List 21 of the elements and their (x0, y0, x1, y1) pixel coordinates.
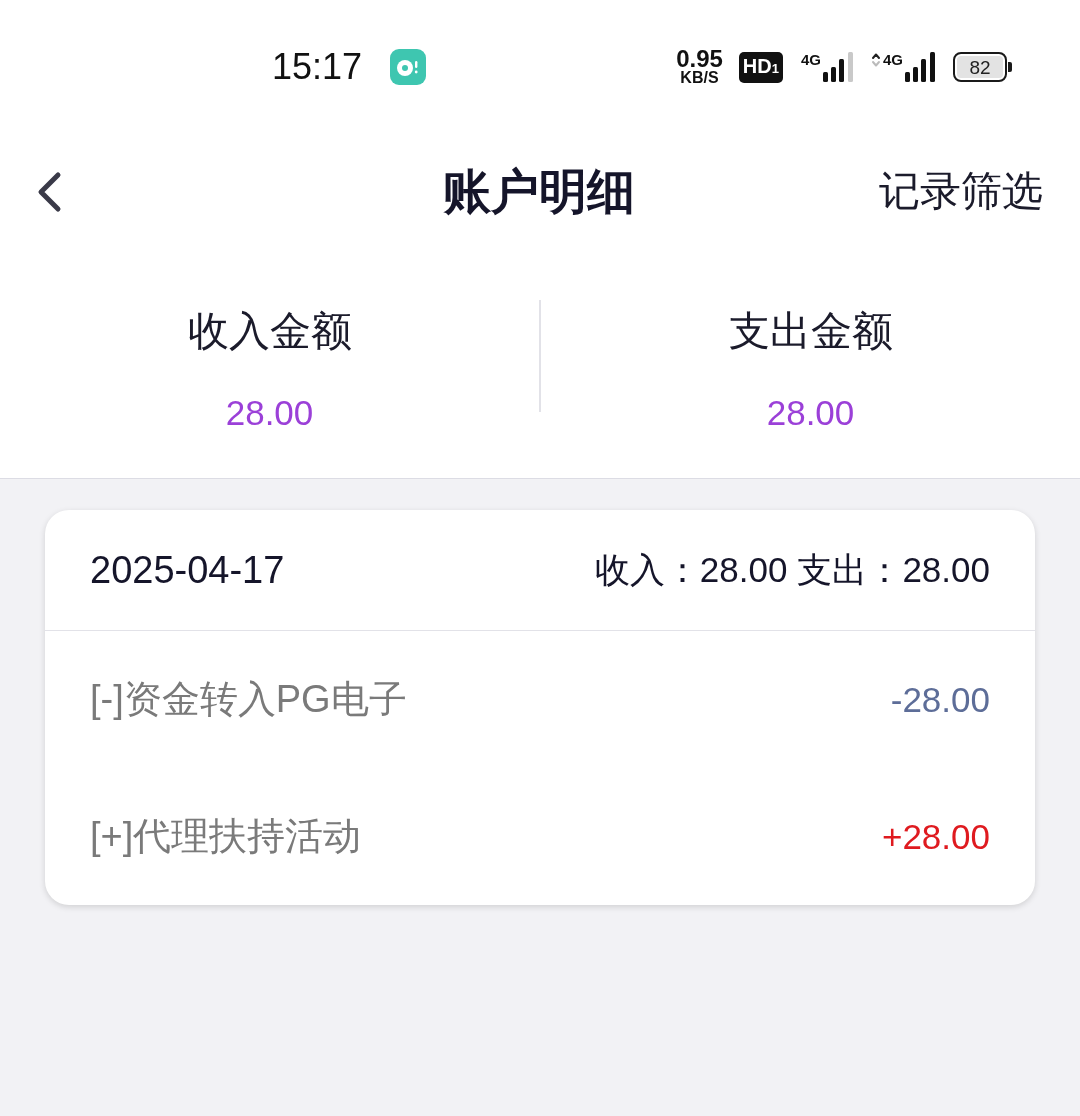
day-total: 支出：28.00 (797, 548, 990, 591)
record-title: [+]代理扶持活动 (90, 814, 362, 859)
summary-label: 支出金额 (728, 307, 893, 356)
summary-amount: 28.00 (766, 392, 855, 434)
battery-percent: 82 (969, 57, 991, 77)
summary-label: 收入金额 (187, 307, 352, 356)
filter-records-button[interactable]: 记录筛选 (879, 167, 1043, 217)
record-title: [-]资金转入PG电子 (90, 677, 407, 722)
day-total: 收入：28.00 (594, 548, 788, 591)
record-date: 2025-04-17 (90, 548, 285, 592)
summary-amount: 28.00 (225, 392, 314, 434)
page-title: 账户明细 (443, 164, 635, 221)
network-type-label: 4G (800, 52, 821, 68)
network-speed-value: 0.95 (676, 48, 723, 70)
app-notification-icon (390, 49, 427, 85)
status-time: 15:17 (272, 49, 363, 85)
network-type-label: 4G (883, 52, 903, 68)
network-speed-unit: KB/S (680, 70, 719, 86)
signal-bars-icon (905, 52, 935, 82)
record-amount: -28.00 (890, 679, 990, 720)
record-amount: +28.00 (881, 816, 990, 857)
